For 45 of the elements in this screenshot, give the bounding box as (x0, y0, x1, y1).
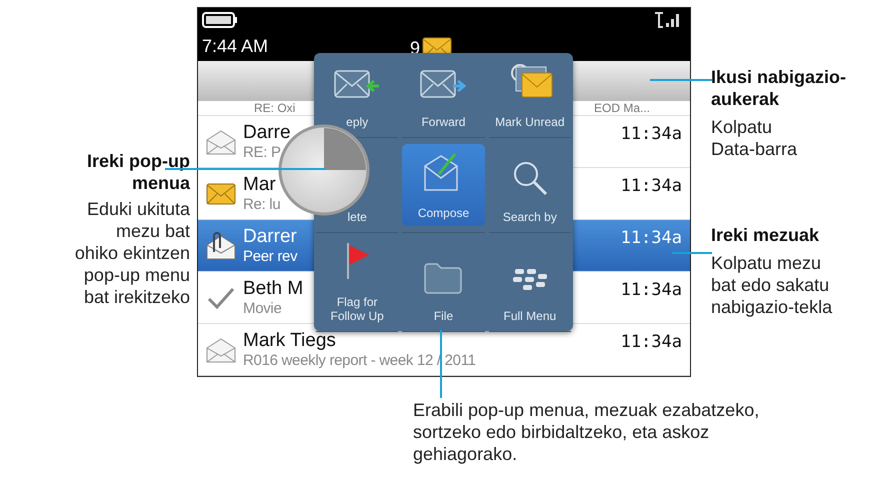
message-subject: EOD Ma... (594, 101, 650, 115)
message-sender: Mark Tiegs (243, 330, 336, 352)
message-subject: Re: lu (243, 196, 280, 213)
leader-line (440, 330, 442, 398)
leader-line (672, 252, 712, 254)
menu-item[interactable]: File (419, 259, 468, 325)
folder-icon (423, 261, 464, 295)
message-time: 11:34a (620, 280, 682, 300)
message-subject: Peer rev (243, 248, 298, 265)
callout-title: Ireki pop-up menua (87, 150, 190, 194)
message-sender: Darrer (243, 226, 297, 248)
message-subject: RE: P (243, 144, 281, 161)
message-sender: Mar (243, 174, 276, 196)
menu-item[interactable]: Compose (402, 144, 485, 226)
message-time: 11:34a (620, 332, 682, 352)
envelope-icon (206, 336, 236, 362)
search-icon (512, 160, 548, 196)
checkmark-icon (207, 286, 235, 308)
callout-title: Ireki mezuak (711, 224, 820, 246)
message-time: 11:34a (620, 228, 682, 248)
callout-text: Kolpatu Data-barra (711, 116, 798, 160)
menu-item[interactable]: Mark Unread (491, 59, 568, 131)
message-sender: Beth M (243, 278, 304, 300)
message-subject: Movie (243, 300, 282, 317)
callout-title: Ikusi nabigazio- aukerak (711, 66, 846, 110)
signal-icon (654, 12, 682, 28)
menu-item[interactable]: Forward (415, 63, 472, 131)
menu-item[interactable]: Search by (498, 158, 561, 226)
message-subject: RE: Oxi (254, 101, 296, 115)
battery-icon (202, 12, 238, 28)
envelope-paperclip-icon (206, 232, 236, 260)
message-time: 11:34a (620, 124, 682, 144)
envelope-icon (206, 128, 236, 154)
menu-item[interactable]: Flag for Follow Up (326, 239, 388, 325)
message-sender: Darre (243, 122, 291, 144)
envelope-icon (206, 182, 236, 204)
leader-line (650, 79, 712, 81)
callout-text: Kolpatu mezu bat edo sakatu nabigazio-tekla (711, 252, 832, 318)
clock-time: 7:44 AM (202, 36, 268, 57)
callout-text: Eduki ukituta mezu bat ohiko ekintzen pop-up menu bat irekitzeko (74, 198, 190, 308)
callout-text: Erabili pop-up menua, mezuak ezabatzeko, sortzeko edo birbidaltzeko, eta askoz gehiagorako. (413, 399, 760, 465)
menu-item[interactable]: Full Menu (499, 265, 560, 325)
menu-item[interactable]: eply (329, 63, 386, 131)
menu-item[interactable]: lete (343, 208, 371, 226)
message-time: 11:34a (620, 176, 682, 196)
